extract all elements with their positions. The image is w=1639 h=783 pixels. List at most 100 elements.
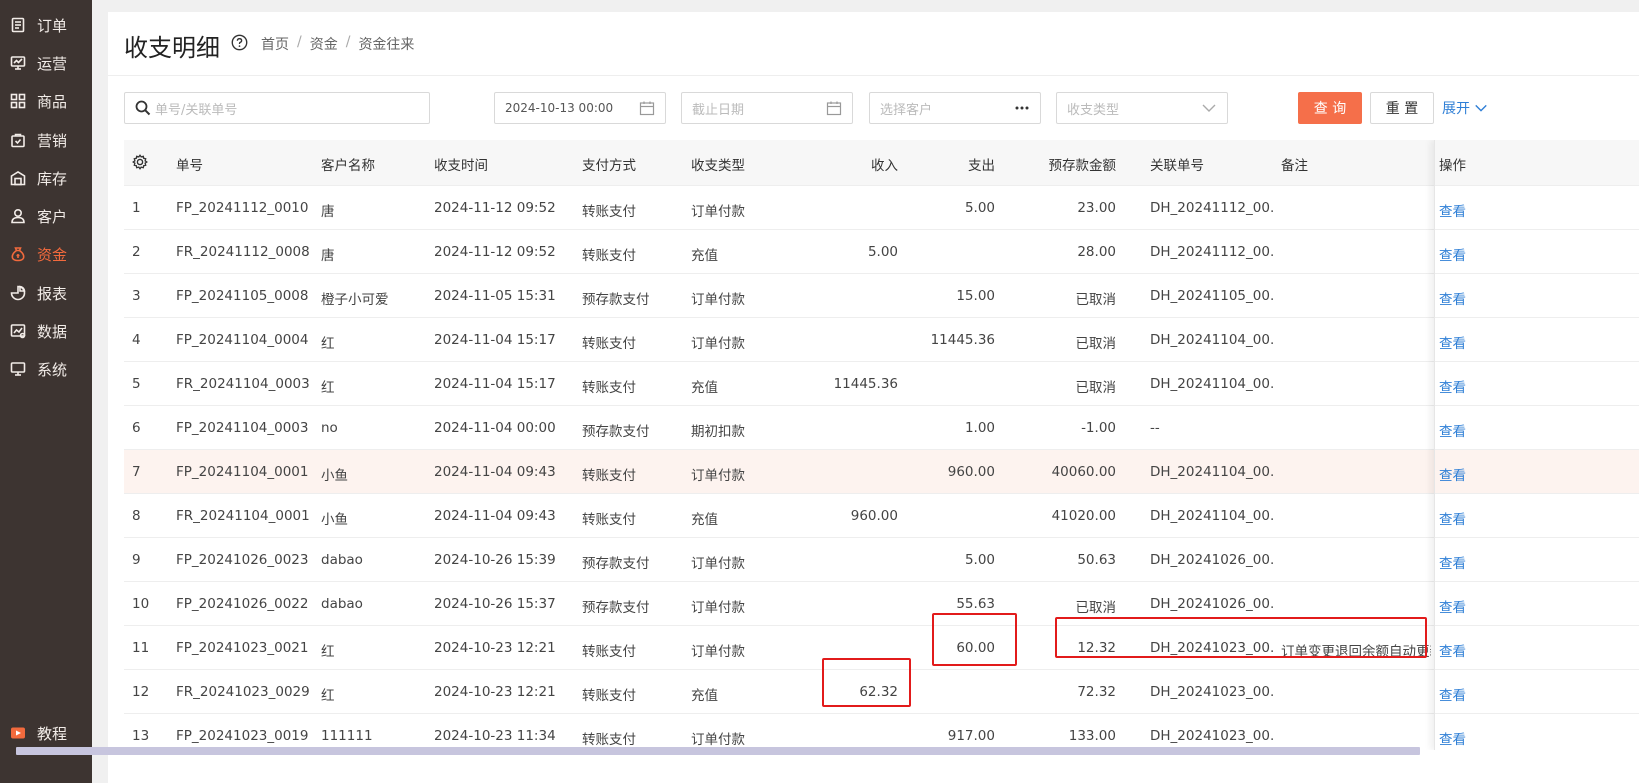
sidebar-item-7[interactable]: 报表: [0, 273, 92, 313]
customer-placeholder: 选择客户: [880, 102, 933, 118]
cell-expense: 1.00: [964, 420, 995, 436]
sidebar-item-4[interactable]: 库存: [0, 158, 92, 198]
cell-no: FP_20241104_0004: [176, 332, 309, 348]
search-input[interactable]: 单号/关联单号: [124, 92, 430, 124]
row-index: 9: [132, 552, 141, 568]
sidebar-item-6[interactable]: 资金: [0, 234, 92, 274]
sidebar-item-8[interactable]: 数据: [0, 311, 92, 351]
cell-balance: -1.00: [1081, 420, 1116, 436]
cell-customer: no: [321, 420, 338, 436]
cell-customer: dabao: [321, 596, 363, 612]
cell-customer: 111111: [321, 728, 373, 744]
cell-ref: DH_20241104_00...: [1150, 376, 1275, 392]
cell-pay: 预存款支付: [582, 292, 650, 308]
customer-select[interactable]: 选择客户: [869, 92, 1041, 124]
horizontal-scrollbar[interactable]: [16, 747, 1420, 755]
cell-expense: 15.00: [956, 288, 995, 304]
cell-no: FP_20241105_0008: [176, 288, 309, 304]
end-date-placeholder: 截止日期: [692, 102, 745, 118]
more-icon[interactable]: [1014, 100, 1030, 116]
view-link[interactable]: 查看: [1439, 596, 1466, 616]
cell-type: 订单付款: [691, 292, 745, 308]
view-link[interactable]: 查看: [1439, 420, 1466, 440]
view-link[interactable]: 查看: [1439, 376, 1466, 396]
cell-ref: DH_20241104_00...: [1150, 464, 1275, 480]
row-index: 10: [132, 596, 150, 612]
help-icon[interactable]: [231, 34, 248, 51]
view-link[interactable]: 查看: [1439, 332, 1466, 352]
cell-expense: 5.00: [964, 200, 995, 216]
start-date-picker[interactable]: 2024-10-13 00:00: [494, 92, 666, 124]
view-link[interactable]: 查看: [1439, 200, 1466, 220]
page-header: 收支明细 首页 / 资金 / 资金往来: [108, 12, 1639, 76]
breadcrumb: 首页 / 资金 / 资金往来: [261, 34, 414, 54]
cell-balance: 12.32: [1077, 640, 1116, 656]
row-index: 13: [132, 728, 150, 744]
breadcrumb-funds[interactable]: 资金: [310, 34, 338, 54]
cell-customer: 唐: [321, 248, 335, 264]
start-date-value: 2024-10-13 00:00: [505, 101, 614, 115]
cell-expense: 11445.36: [930, 332, 995, 348]
cell-time: 2024-11-04 15:17: [434, 332, 556, 348]
cell-time: 2024-11-04 09:43: [434, 508, 556, 524]
cell-ref: DH_20241026_00...: [1150, 596, 1275, 612]
calendar-icon: [639, 101, 655, 116]
sidebar-item-1[interactable]: 运营: [0, 43, 92, 83]
view-link[interactable]: 查看: [1439, 552, 1466, 572]
end-date-picker[interactable]: 截止日期: [681, 92, 853, 124]
view-link[interactable]: 查看: [1439, 244, 1466, 264]
cell-note: 订单变更退回余额自动更新: [1281, 644, 1431, 660]
sidebar-item-5[interactable]: 客户: [0, 196, 92, 236]
main-panel: 收支明细 首页 / 资金 / 资金往来 单号/关联单号 2024-10-13 0…: [108, 12, 1639, 783]
search-icon: [135, 100, 151, 116]
table-row: 1 FP_20241112_0010 唐 2024-11-12 09:52 转账支付 订单…: [124, 186, 1639, 230]
cell-pay: 转账支付: [582, 248, 636, 264]
table-row: 13 FP_20241023_0019 111111 2024-10-23 11:34…: [124, 714, 1639, 750]
sidebar: 订单 运营 商品 营销 库存 客户 资金 报表 数据 系统 教程: [0, 0, 92, 783]
sidebar-item-label: 系统: [37, 360, 68, 379]
view-link[interactable]: 查看: [1439, 464, 1466, 484]
sidebar-item-label: 报表: [37, 284, 68, 303]
view-link[interactable]: 查看: [1439, 508, 1466, 528]
column-header: 预存款金额: [1048, 158, 1117, 174]
view-link[interactable]: 查看: [1439, 728, 1466, 748]
sidebar-item-9[interactable]: 系统: [0, 349, 92, 389]
expand-button[interactable]: 展开: [1442, 92, 1498, 124]
reset-button[interactable]: 重 置: [1370, 92, 1434, 124]
cell-time: 2024-11-05 15:31: [434, 288, 556, 304]
column-header: 备注: [1281, 158, 1308, 174]
cell-customer: 小鱼: [321, 512, 348, 528]
column-header: 支付方式: [582, 158, 636, 174]
sidebar-item-0[interactable]: 订单: [0, 5, 92, 45]
view-link[interactable]: 查看: [1439, 288, 1466, 308]
table-row: 4 FP_20241104_0004 红 2024-11-04 15:17 转账支付 订单…: [124, 318, 1639, 362]
chevron-down-icon: [1202, 104, 1216, 112]
cell-type: 充值: [691, 380, 718, 396]
cell-no: FP_20241026_0022: [176, 596, 309, 612]
view-link[interactable]: 查看: [1439, 684, 1466, 704]
query-button[interactable]: 查 询: [1298, 92, 1362, 124]
cell-type: 订单付款: [691, 204, 745, 220]
view-link[interactable]: 查看: [1439, 640, 1466, 660]
cell-time: 2024-11-12 09:52: [434, 244, 556, 260]
type-select[interactable]: 收支类型: [1056, 92, 1228, 124]
cell-ref: DH_20241026_00...: [1150, 552, 1275, 568]
cell-pay: 转账支付: [582, 336, 636, 352]
cell-pay: 转账支付: [582, 512, 636, 528]
breadcrumb-home[interactable]: 首页: [261, 34, 289, 54]
sidebar-item-2[interactable]: 商品: [0, 81, 92, 121]
cell-pay: 转账支付: [582, 732, 636, 748]
cell-ref: --: [1150, 420, 1160, 436]
cell-customer: 红: [321, 644, 335, 660]
gear-icon[interactable]: [132, 154, 148, 170]
table-row: 11 FP_20241023_0021 红 2024-10-23 12:21 转账支付 订…: [124, 626, 1639, 670]
search-placeholder: 单号/关联单号: [155, 102, 238, 118]
cell-type: 充值: [691, 512, 718, 528]
sidebar-item-label: 客户: [37, 207, 68, 226]
cell-customer: 红: [321, 336, 335, 352]
cell-expense: 917.00: [947, 728, 995, 744]
sidebar-item-3[interactable]: 营销: [0, 120, 92, 160]
cell-balance: 23.00: [1077, 200, 1116, 216]
cell-time: 2024-10-23 11:34: [434, 728, 556, 744]
column-header: 操作: [1439, 158, 1466, 174]
